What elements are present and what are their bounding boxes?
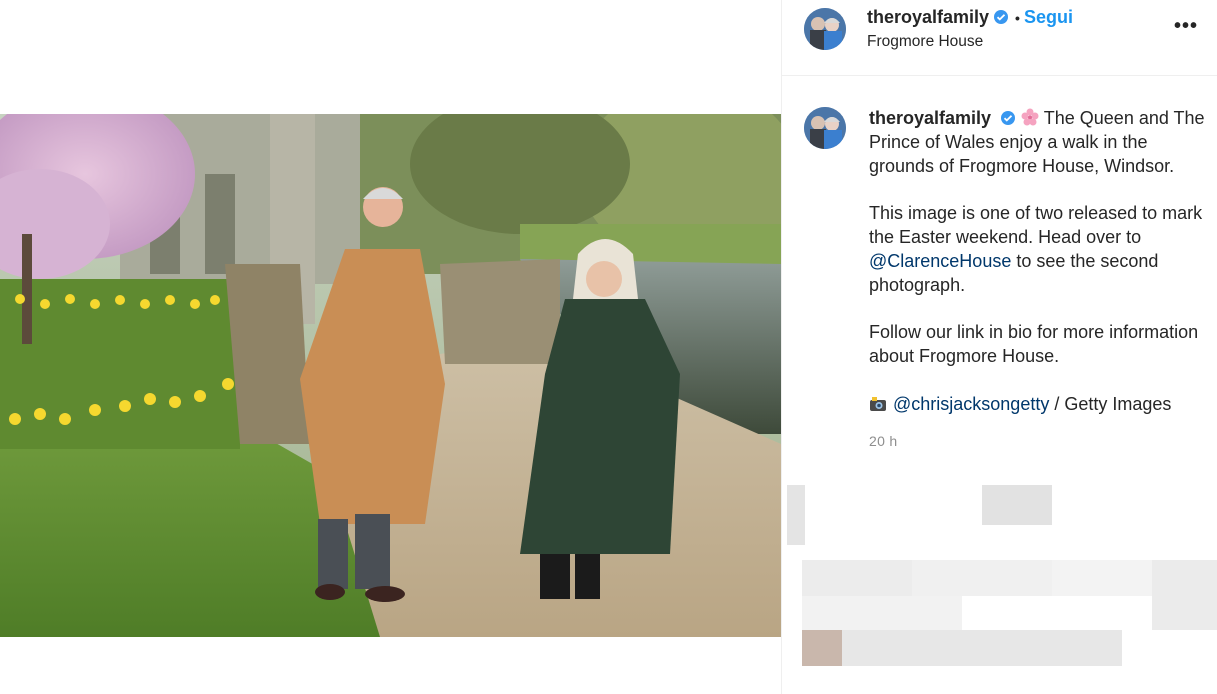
separator-dot: •	[1015, 10, 1020, 26]
caption-para-2a: This image is one of two released to mar…	[869, 203, 1203, 247]
caption-credit: / Getty Images	[1049, 393, 1172, 414]
caption-para-3: Follow our link in bio for more informat…	[869, 322, 1199, 366]
post-media-area	[0, 0, 781, 694]
more-options-icon[interactable]: •••	[1174, 15, 1198, 38]
cherry-blossom-icon	[1021, 108, 1039, 126]
verified-badge-icon	[1001, 111, 1016, 125]
avatar[interactable]	[804, 8, 846, 50]
post-photo[interactable]	[0, 114, 781, 637]
caption-username[interactable]: theroyalfamily	[869, 108, 991, 128]
caption-text: theroyalfamily The Queen and The Prince …	[869, 107, 1214, 416]
post-timestamp[interactable]: 20 h	[869, 433, 897, 449]
verified-badge-icon	[994, 10, 1009, 24]
username-link[interactable]: theroyalfamily	[867, 7, 989, 27]
post-author: theroyalfamily • Segui	[867, 7, 1073, 28]
post-side-panel: theroyalfamily • Segui Frogmore House ••• …	[781, 0, 1217, 694]
mention-link-chrisjacksongetty[interactable]: @chrisjacksongetty	[893, 394, 1049, 414]
mention-link-clarencehouse[interactable]: @ClarenceHouse	[869, 251, 1011, 271]
post-header: theroyalfamily • Segui Frogmore House •••	[782, 0, 1217, 76]
camera-flash-icon	[870, 396, 886, 411]
location-link[interactable]: Frogmore House	[867, 33, 983, 51]
avatar[interactable]	[804, 107, 846, 149]
follow-button[interactable]: Segui	[1024, 7, 1073, 27]
